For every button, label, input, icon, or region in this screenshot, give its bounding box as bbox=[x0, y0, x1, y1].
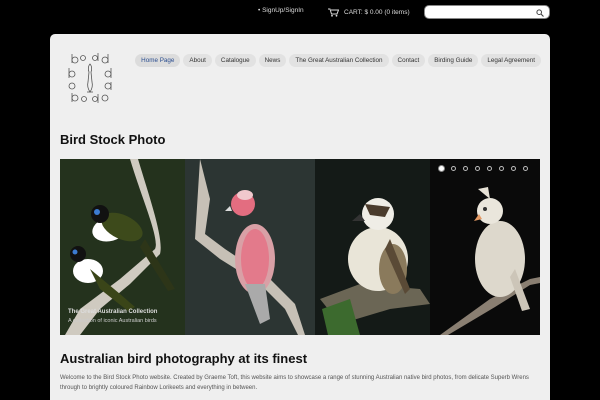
nav-item-about[interactable]: About bbox=[183, 54, 212, 67]
slider-dot[interactable] bbox=[463, 166, 468, 171]
main-nav: Home Page About Catalogue News The Great Aus… bbox=[135, 54, 541, 67]
search-box[interactable] bbox=[424, 5, 550, 19]
nav-item-catalogue[interactable]: Catalogue bbox=[214, 54, 256, 67]
slider-caption: The Great Australian Collection A collec… bbox=[68, 309, 157, 324]
nav-item-legal-agreement[interactable]: Legal Agreement bbox=[481, 54, 541, 67]
signup-signin-link[interactable]: • SignUp/SignIn bbox=[258, 7, 304, 14]
main-content-card: Home Page About Catalogue News The Great Aus… bbox=[50, 34, 550, 400]
page-title: Bird Stock Photo bbox=[60, 132, 166, 147]
slider-dot[interactable] bbox=[475, 166, 480, 171]
cart-icon bbox=[328, 8, 339, 17]
section-heading: Australian bird photography at its fines… bbox=[60, 351, 308, 366]
slider-dot[interactable] bbox=[499, 166, 504, 171]
nav-item-home-page[interactable]: Home Page bbox=[135, 54, 181, 67]
slider-dot[interactable] bbox=[451, 166, 456, 171]
slider-pagination bbox=[439, 166, 528, 171]
search-icon[interactable] bbox=[536, 9, 544, 17]
site-logo[interactable] bbox=[67, 52, 113, 104]
top-bar: • SignUp/SignIn CART: $ 0.00 (0 items) bbox=[0, 0, 600, 24]
search-input[interactable] bbox=[431, 7, 531, 18]
slider-dot[interactable] bbox=[439, 166, 444, 171]
intro-paragraph: Welcome to the Bird Stock Photo website.… bbox=[60, 375, 529, 391]
slider-caption-title: The Great Australian Collection bbox=[68, 309, 158, 315]
slider-dot[interactable] bbox=[523, 166, 528, 171]
nav-item-the-great-australian-collection[interactable]: The Great Australian Collection bbox=[289, 54, 389, 67]
nav-item-news[interactable]: News bbox=[258, 54, 287, 67]
cart-link[interactable]: CART: $ 0.00 (0 items) bbox=[328, 6, 410, 18]
cart-summary: CART: $ 0.00 (0 items) bbox=[344, 8, 410, 16]
nav-item-birding-guide[interactable]: Birding Guide bbox=[428, 54, 479, 67]
slider-caption-subtitle: A collection of iconic Australian birds bbox=[68, 318, 157, 324]
nav-item-contact[interactable]: Contact bbox=[391, 54, 426, 67]
image-slider[interactable]: The Great Australian Collection A collec… bbox=[60, 159, 540, 335]
slider-dot[interactable] bbox=[511, 166, 516, 171]
slider-dot[interactable] bbox=[487, 166, 492, 171]
